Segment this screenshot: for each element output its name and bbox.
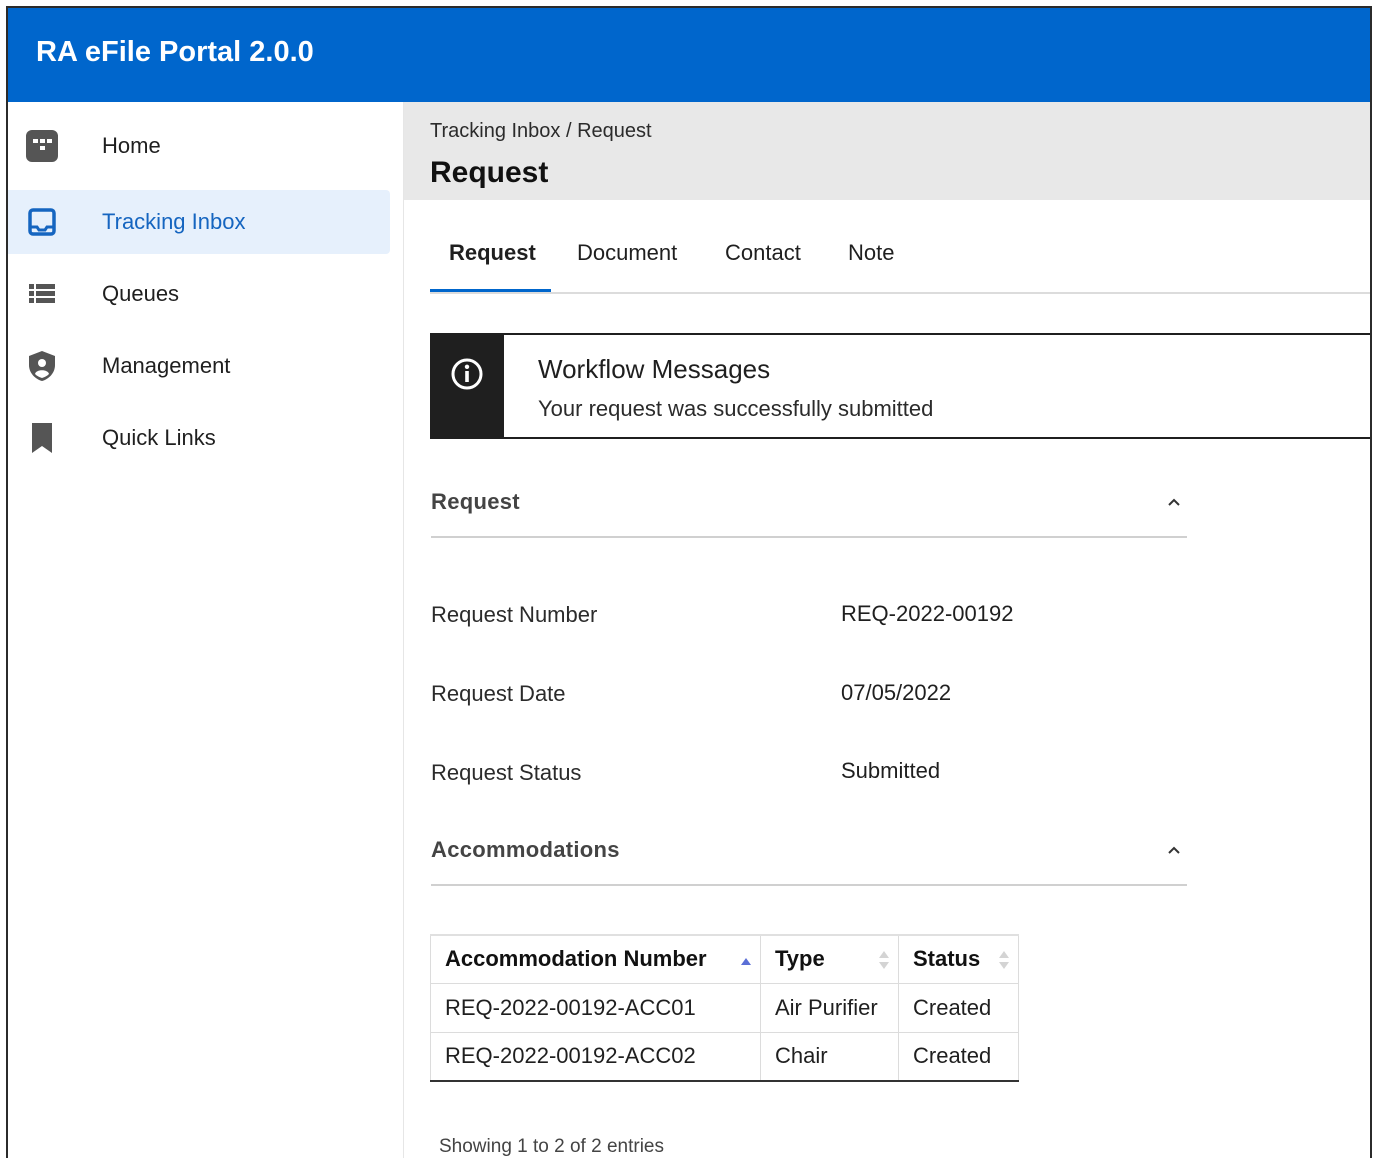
app-window: RA eFile Portal 2.0.0 Home Tracking Inbo… bbox=[6, 6, 1372, 1158]
sidebar-item-quick-links[interactable]: Quick Links bbox=[8, 406, 390, 470]
page-title: Request bbox=[430, 156, 549, 189]
app-title: RA eFile Portal 2.0.0 bbox=[36, 36, 314, 68]
accommodations-table: Accommodation Number Type Status REQ-202… bbox=[430, 934, 1019, 1082]
home-grid-icon bbox=[24, 128, 60, 164]
bookmark-icon bbox=[24, 420, 60, 456]
sort-ascending-icon bbox=[740, 948, 752, 974]
tab-bar: Request Document Contact Note bbox=[430, 200, 1370, 294]
request-status-value: Submitted bbox=[841, 758, 941, 783]
active-tab-indicator bbox=[430, 289, 551, 292]
table-row[interactable]: REQ-2022-00192-ACC01 Air Purifier Create… bbox=[430, 982, 1019, 1033]
request-number-value: REQ-2022-00192 bbox=[841, 601, 1014, 626]
sidebar-item-label: Queues bbox=[102, 281, 180, 306]
chevron-up-icon[interactable] bbox=[1167, 842, 1181, 860]
tab-contact[interactable]: Contact bbox=[725, 240, 801, 266]
request-date-label: Request Date bbox=[431, 681, 566, 706]
sidebar-item-label: Tracking Inbox bbox=[102, 209, 246, 234]
sidebar-item-label: Home bbox=[102, 133, 161, 158]
accommodation-number-cell: REQ-2022-00192-ACC02 bbox=[430, 1031, 761, 1082]
sidebar-item-home[interactable]: Home bbox=[8, 114, 390, 178]
sidebar-item-label: Management bbox=[102, 353, 231, 378]
status-cell: Created bbox=[898, 1031, 1019, 1082]
sidebar-item-tracking-inbox[interactable]: Tracking Inbox bbox=[8, 190, 390, 254]
tab-document[interactable]: Document bbox=[577, 240, 677, 266]
status-cell: Created bbox=[898, 982, 1019, 1033]
sidebar-item-label: Quick Links bbox=[102, 425, 216, 450]
sidebar-item-queues[interactable]: Queues bbox=[8, 262, 390, 326]
type-cell: Air Purifier bbox=[760, 982, 899, 1033]
sidebar: Home Tracking Inbox Queues Management Qu… bbox=[8, 102, 404, 1158]
column-header-type[interactable]: Type bbox=[760, 934, 899, 984]
workflow-message-alert: Workflow Messages Your request was succe… bbox=[430, 333, 1370, 439]
column-header-status[interactable]: Status bbox=[898, 934, 1019, 984]
page-header: Tracking Inbox / Request Request bbox=[404, 102, 1370, 200]
alert-message: Your request was successfully submitted bbox=[538, 396, 934, 421]
request-section-header[interactable]: Request bbox=[431, 474, 1187, 538]
tab-request[interactable]: Request bbox=[449, 240, 536, 266]
info-icon bbox=[450, 357, 484, 396]
section-title: Accommodations bbox=[431, 837, 620, 862]
alert-icon-bar bbox=[432, 335, 504, 437]
top-app-bar: RA eFile Portal 2.0.0 bbox=[8, 8, 1370, 102]
breadcrumb[interactable]: Tracking Inbox / Request bbox=[430, 120, 652, 143]
type-cell: Chair bbox=[760, 1031, 899, 1082]
sort-icon bbox=[998, 948, 1010, 978]
section-title: Request bbox=[431, 489, 520, 514]
main-content: Tracking Inbox / Request Request Request… bbox=[404, 102, 1370, 1158]
table-row[interactable]: REQ-2022-00192-ACC02 Chair Created bbox=[430, 1031, 1019, 1082]
table-entries-info: Showing 1 to 2 of 2 entries bbox=[439, 1136, 664, 1157]
request-date-value: 07/05/2022 bbox=[841, 680, 952, 705]
sidebar-item-management[interactable]: Management bbox=[8, 334, 390, 398]
list-icon bbox=[24, 276, 60, 312]
sort-icon bbox=[878, 948, 890, 978]
chevron-up-icon[interactable] bbox=[1167, 494, 1181, 512]
column-header-accommodation-number[interactable]: Accommodation Number bbox=[430, 934, 761, 984]
inbox-icon bbox=[24, 204, 60, 240]
request-status-label: Request Status bbox=[431, 760, 582, 785]
shield-user-icon bbox=[24, 348, 60, 384]
tab-note[interactable]: Note bbox=[848, 240, 894, 266]
accommodations-section-header[interactable]: Accommodations bbox=[431, 822, 1187, 886]
accommodation-number-cell: REQ-2022-00192-ACC01 bbox=[430, 982, 761, 1033]
request-number-label: Request Number bbox=[431, 602, 598, 627]
alert-title: Workflow Messages bbox=[538, 354, 771, 384]
